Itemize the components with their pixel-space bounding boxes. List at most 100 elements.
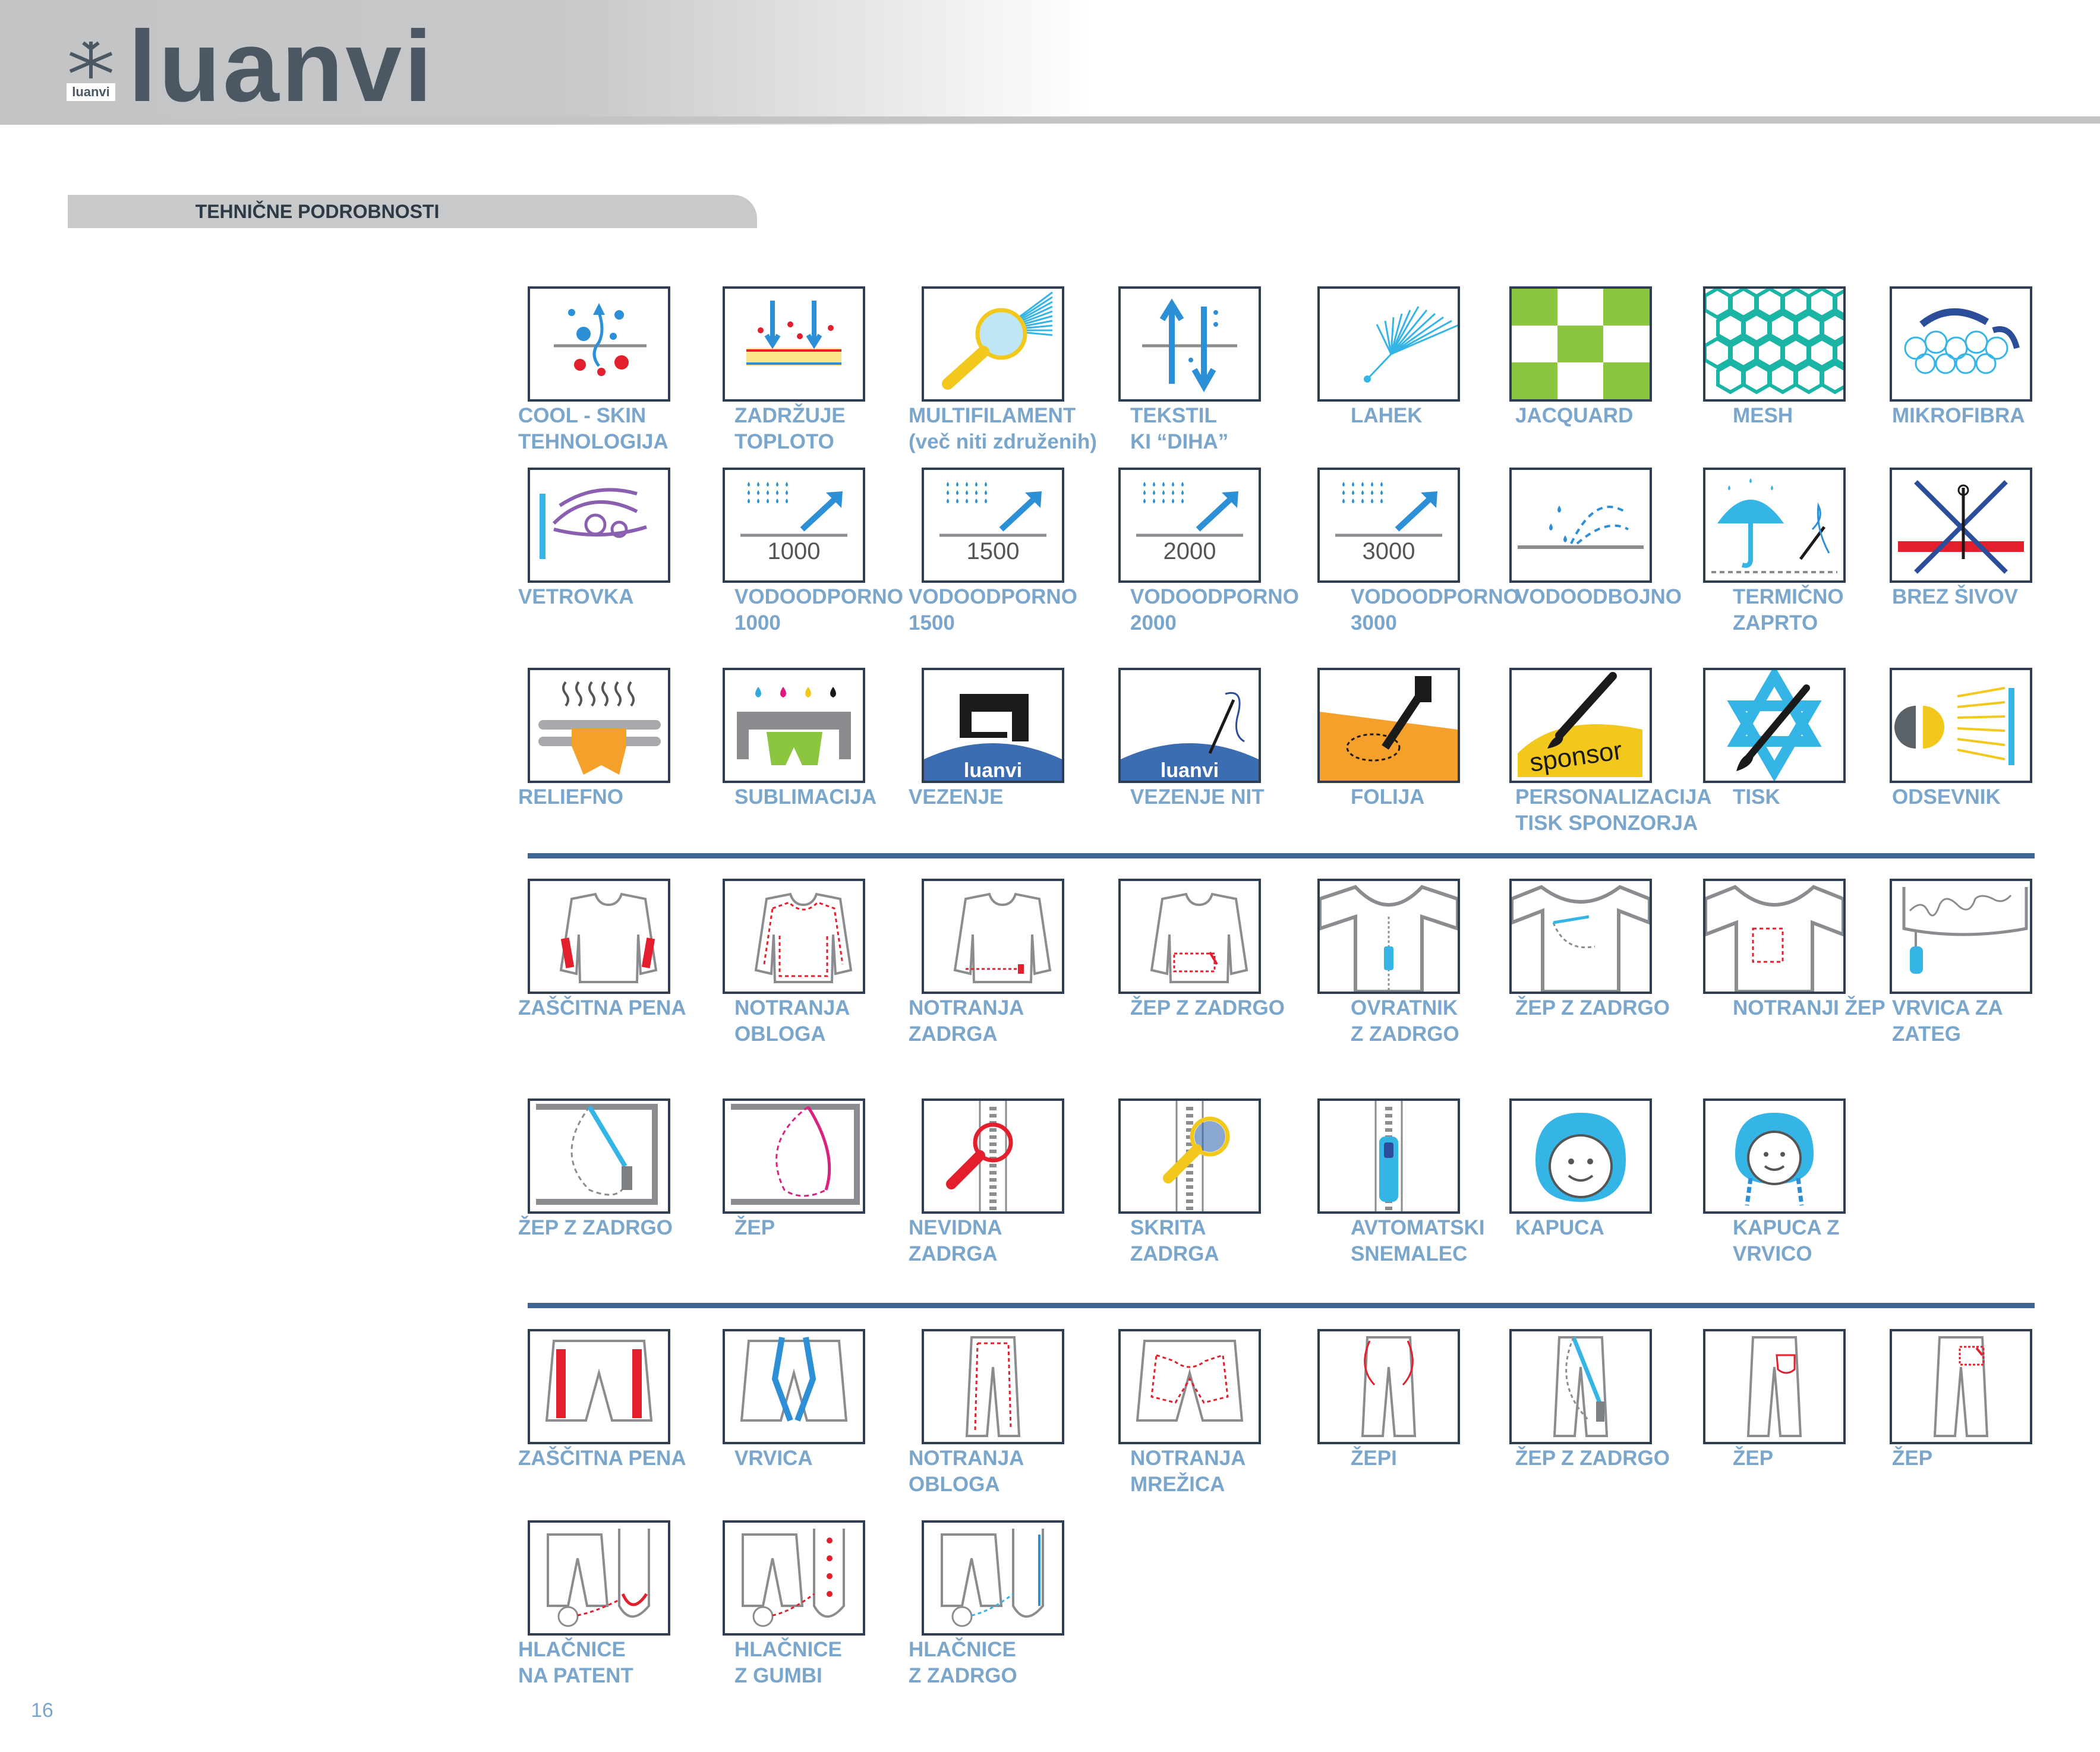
luanvi-logo-icon: luanvi: [67, 41, 115, 101]
feature-label: KAPUCA Z VRVICO: [1733, 1216, 1840, 1265]
lightweight-icon: [1317, 286, 1460, 402]
feature-label: VODOODPORNO 1000: [734, 585, 903, 634]
feature-label: LAHEK: [1351, 404, 1423, 427]
feature-label: MIKROFIBRA: [1892, 404, 2025, 427]
feature-label: HLAČNICE NA PATENT: [518, 1638, 633, 1687]
print-icon: [1703, 668, 1846, 783]
feature-label: TEKSTIL KI “DIHA”: [1130, 404, 1229, 453]
svg-text:luanvi: luanvi: [72, 84, 110, 99]
hood-drawcord-icon: [1703, 1098, 1846, 1214]
feature-label: VRVICA: [734, 1447, 813, 1470]
invisible-zip-icon: [922, 1098, 1064, 1214]
feature-label: VODOODPORNO 1500: [909, 585, 1077, 634]
snap-hem-icon: [528, 1520, 670, 1636]
feature-label: NOTRANJA OBLOGA: [909, 1447, 1024, 1496]
feature-label: PERSONALIZACIJA TISK SPONZORJA: [1515, 785, 1712, 835]
hood-icon: [1509, 1098, 1652, 1214]
feature-label: ŽEP: [1892, 1447, 1933, 1470]
pants-zip-back-pocket-icon: [1890, 1329, 2032, 1444]
zip-pocket-icon: [528, 1098, 670, 1214]
shorts-drawcord-icon: [723, 1329, 865, 1444]
jacquard-icon: [1509, 286, 1652, 402]
waterproof-icon: 1500: [922, 468, 1064, 583]
feature-label: ZAŠČITNA PENA: [518, 996, 686, 1019]
feature-label: COOL - SKIN TEHNOLOGIJA: [518, 404, 669, 453]
shorts-padding-icon: [528, 1329, 670, 1444]
page-number: 16: [31, 1699, 53, 1722]
feature-label: VODOODBOJNO: [1515, 585, 1682, 608]
cool-skin-icon: [528, 286, 670, 402]
feature-label: VODOODPORNO 2000: [1130, 585, 1299, 634]
svg-text:luanvi: luanvi: [1161, 759, 1219, 781]
page-header: luanvi luanvi: [0, 0, 2100, 125]
drawcord-icon: [1890, 879, 2032, 994]
feature-label: ŽEP Z ZADRGO: [1130, 996, 1285, 1019]
multifilament-icon: [922, 286, 1064, 402]
shirt-padding-icon: [528, 879, 670, 994]
feature-label: ODSEVNIK: [1892, 785, 2001, 809]
feature-label: SUBLIMACIJA: [734, 785, 877, 809]
section-divider: [528, 1303, 2035, 1308]
svg-text:luanvi: luanvi: [964, 759, 1022, 781]
embossed-icon: [528, 668, 670, 783]
feature-label: NOTRANJA MREŽICA: [1130, 1447, 1246, 1496]
thermo-sealed-icon: [1703, 468, 1846, 583]
breathable-icon: [1118, 286, 1261, 402]
inner-pocket-icon: [1703, 879, 1846, 994]
feature-label: ŽEP: [1733, 1447, 1774, 1470]
svg-text:1500: 1500: [967, 538, 1020, 564]
pants-lining-icon: [922, 1329, 1064, 1444]
feature-label: FOLIJA: [1351, 785, 1425, 809]
section-divider: [528, 853, 2035, 858]
feature-label: TERMIČNO ZAPRTO: [1733, 585, 1844, 634]
feature-label: ZADRŽUJE TOPLOTO: [734, 404, 846, 453]
hidden-zip-icon: [1118, 1098, 1261, 1214]
feature-label: HLAČNICE Z GUMBI: [734, 1638, 842, 1687]
feature-label: VETROVKA: [518, 585, 634, 608]
feature-label: AVTOMATSKI SNEMALEC: [1351, 1216, 1485, 1265]
section-title: TEHNIČNE PODROBNOSTI: [195, 201, 440, 222]
feature-label: KAPUCA: [1515, 1216, 1604, 1239]
seamless-icon: [1890, 468, 2032, 583]
feature-label: ŽEP Z ZADRGO: [1515, 996, 1670, 1019]
svg-text:2000: 2000: [1163, 538, 1216, 564]
shirt-lining-icon: [723, 879, 865, 994]
sleeve-zip-pocket-icon: [1509, 879, 1652, 994]
zip-collar-icon: [1317, 879, 1460, 994]
waterproof-icon: 1000: [723, 468, 865, 583]
microfiber-icon: [1890, 286, 2032, 402]
svg-text:3000: 3000: [1363, 538, 1415, 564]
feature-label: JACQUARD: [1515, 404, 1634, 427]
embroidery-thread-icon: luanvi: [1118, 668, 1261, 783]
pants-back-pocket-icon: [1703, 1329, 1846, 1444]
feature-label: NOTRANJA ZADRGA: [909, 996, 1024, 1046]
embroidery-icon: luanvi: [922, 668, 1064, 783]
heat-retention-icon: [723, 286, 865, 402]
feature-label: NEVIDNA ZADRGA: [909, 1216, 1002, 1265]
feature-label: NOTRANJA OBLOGA: [734, 996, 850, 1046]
svg-text:1000: 1000: [768, 538, 821, 564]
feature-label: VEZENJE NIT: [1130, 785, 1265, 809]
mesh-icon: [1703, 286, 1846, 402]
feature-label: BREZ ŠIVOV: [1892, 585, 2018, 608]
pants-zip-pocket-icon: [1509, 1329, 1652, 1444]
feature-label: VEZENJE: [909, 785, 1004, 809]
shorts-mesh-icon: [1118, 1329, 1261, 1444]
pocket-icon: [723, 1098, 865, 1214]
brand-name: luanvi: [128, 10, 435, 123]
feature-label: MESH: [1733, 404, 1793, 427]
button-hem-icon: [723, 1520, 865, 1636]
feature-label: ZAŠČITNA PENA: [518, 1447, 686, 1470]
zip-hem-icon: [922, 1520, 1064, 1636]
feature-label: NOTRANJI ŽEP: [1733, 996, 1885, 1019]
feature-label: RELIEFNO: [518, 785, 623, 809]
feature-label: ŽEP Z ZADRGO: [518, 1216, 673, 1239]
windbreaker-icon: [528, 468, 670, 583]
auto-lock-zip-icon: [1317, 1098, 1460, 1214]
feature-label: MULTIFILAMENT (več niti združenih): [909, 404, 1097, 453]
feature-label: ŽEPI: [1351, 1447, 1397, 1470]
water-repellent-icon: [1509, 468, 1652, 583]
feature-label: OVRATNIK Z ZADRGO: [1351, 996, 1459, 1046]
shirt-inner-zip-icon: [922, 879, 1064, 994]
section-header: TEHNIČNE PODROBNOSTI: [68, 195, 757, 228]
